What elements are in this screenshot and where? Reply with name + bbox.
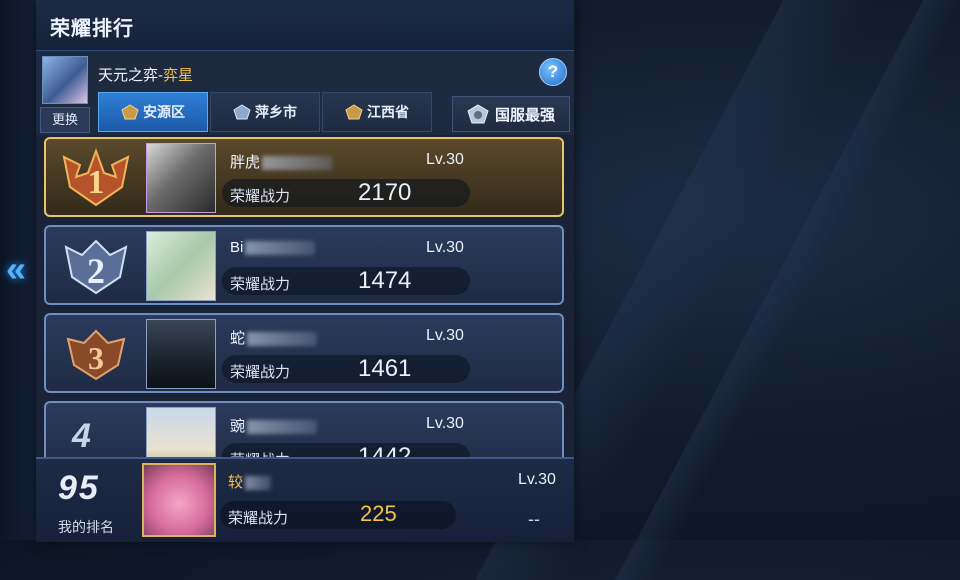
redacted-text — [245, 476, 272, 491]
my-avatar[interactable] — [142, 463, 216, 537]
my-rank-label: 我的排名 — [58, 519, 114, 535]
rank-emblem-icon — [233, 104, 251, 120]
tab-label: 安源区 — [143, 104, 185, 120]
rank-1-badge-icon: 1 — [62, 148, 130, 207]
player-score: 1474 — [358, 267, 412, 294]
redacted-text — [247, 332, 318, 347]
player-name: 蛇 — [230, 327, 318, 348]
tab-district[interactable]: 安源区 — [98, 92, 208, 132]
tab-national[interactable]: 国服最强 — [452, 96, 570, 132]
player-level: Lv.30 — [426, 151, 464, 168]
player-level: Lv.30 — [426, 415, 464, 432]
stat-label: 荣耀战力 — [230, 276, 291, 293]
page-title: 荣耀排行 — [50, 18, 134, 40]
stat-label: 荣耀战力 — [228, 510, 289, 527]
ranking-list: 1 胖虎 Lv.30 荣耀战力 2170 2 Bi Lv.30 荣耀战力 147… — [36, 135, 574, 457]
svg-text:3: 3 — [88, 340, 104, 376]
player-level: Lv.30 — [426, 239, 464, 256]
ranking-row[interactable]: 2 Bi Lv.30 荣耀战力 1474 — [44, 225, 564, 305]
ranking-panel: 荣耀排行 更换 天元之弈-弈星 ? 安源区 萍乡市 江西省 国服最强 1 胖虎 … — [36, 0, 574, 542]
player-avatar[interactable] — [146, 231, 216, 301]
national-emblem-icon — [467, 104, 489, 124]
tab-city[interactable]: 萍乡市 — [210, 92, 320, 132]
hero-avatar[interactable] — [42, 56, 88, 104]
player-name: 胖虎 — [230, 151, 333, 172]
my-extra: -- — [528, 509, 540, 529]
player-name: 豌 — [230, 415, 318, 436]
player-avatar[interactable] — [146, 143, 216, 213]
player-score: 2170 — [358, 179, 412, 206]
player-level: Lv.30 — [426, 327, 464, 344]
player-avatar[interactable] — [146, 319, 216, 389]
region-tabs: 安源区 萍乡市 江西省 — [98, 92, 434, 132]
tab-province[interactable]: 江西省 — [322, 92, 432, 132]
rank-emblem-icon — [121, 104, 139, 120]
rank-3-badge-icon: 3 — [66, 329, 126, 381]
ranking-row[interactable]: 1 胖虎 Lv.30 荣耀战力 2170 — [44, 137, 564, 217]
rank-number: 4 — [72, 417, 91, 455]
player-avatar[interactable] — [146, 407, 216, 457]
stat-label: 荣耀战力 — [230, 188, 291, 205]
redacted-text — [245, 241, 316, 256]
skin-name: 弈星 — [163, 67, 194, 84]
hero-label: 天元之弈-弈星 — [98, 64, 193, 85]
player-score: 1461 — [358, 355, 412, 382]
my-rank-number: 95 — [58, 469, 100, 507]
my-level: Lv.30 — [518, 471, 556, 488]
tab-label: 江西省 — [367, 104, 409, 120]
player-score: 1442 — [358, 443, 412, 457]
back-chevron-icon[interactable]: « — [6, 248, 26, 290]
swap-hero-button[interactable]: 更换 — [40, 107, 90, 133]
my-name: 较 — [228, 471, 272, 492]
title-bar: 荣耀排行 — [36, 0, 574, 51]
rank-emblem-icon — [345, 104, 363, 120]
player-name: Bi — [230, 239, 316, 256]
ranking-row[interactable]: 3 蛇 Lv.30 荣耀战力 1461 — [44, 313, 564, 393]
redacted-text — [247, 420, 318, 435]
svg-text:1: 1 — [88, 164, 105, 201]
tab-label: 国服最强 — [494, 106, 555, 124]
stat-label: 荣耀战力 — [230, 364, 291, 381]
rank-2-badge-icon: 2 — [64, 239, 128, 295]
ranking-row[interactable]: 4 豌 Lv.30 荣耀战力 1442 — [44, 401, 564, 457]
my-rank-bar: 95 我的排名 较 Lv.30 荣耀战力 225 -- — [36, 457, 574, 542]
tab-label: 萍乡市 — [255, 104, 297, 120]
redacted-text — [262, 156, 333, 171]
my-score: 225 — [360, 501, 397, 526]
help-button[interactable]: ? — [539, 58, 567, 86]
svg-text:2: 2 — [87, 251, 105, 291]
hero-name: 天元之弈 — [98, 67, 159, 84]
stat-label: 荣耀战力 — [230, 449, 290, 457]
